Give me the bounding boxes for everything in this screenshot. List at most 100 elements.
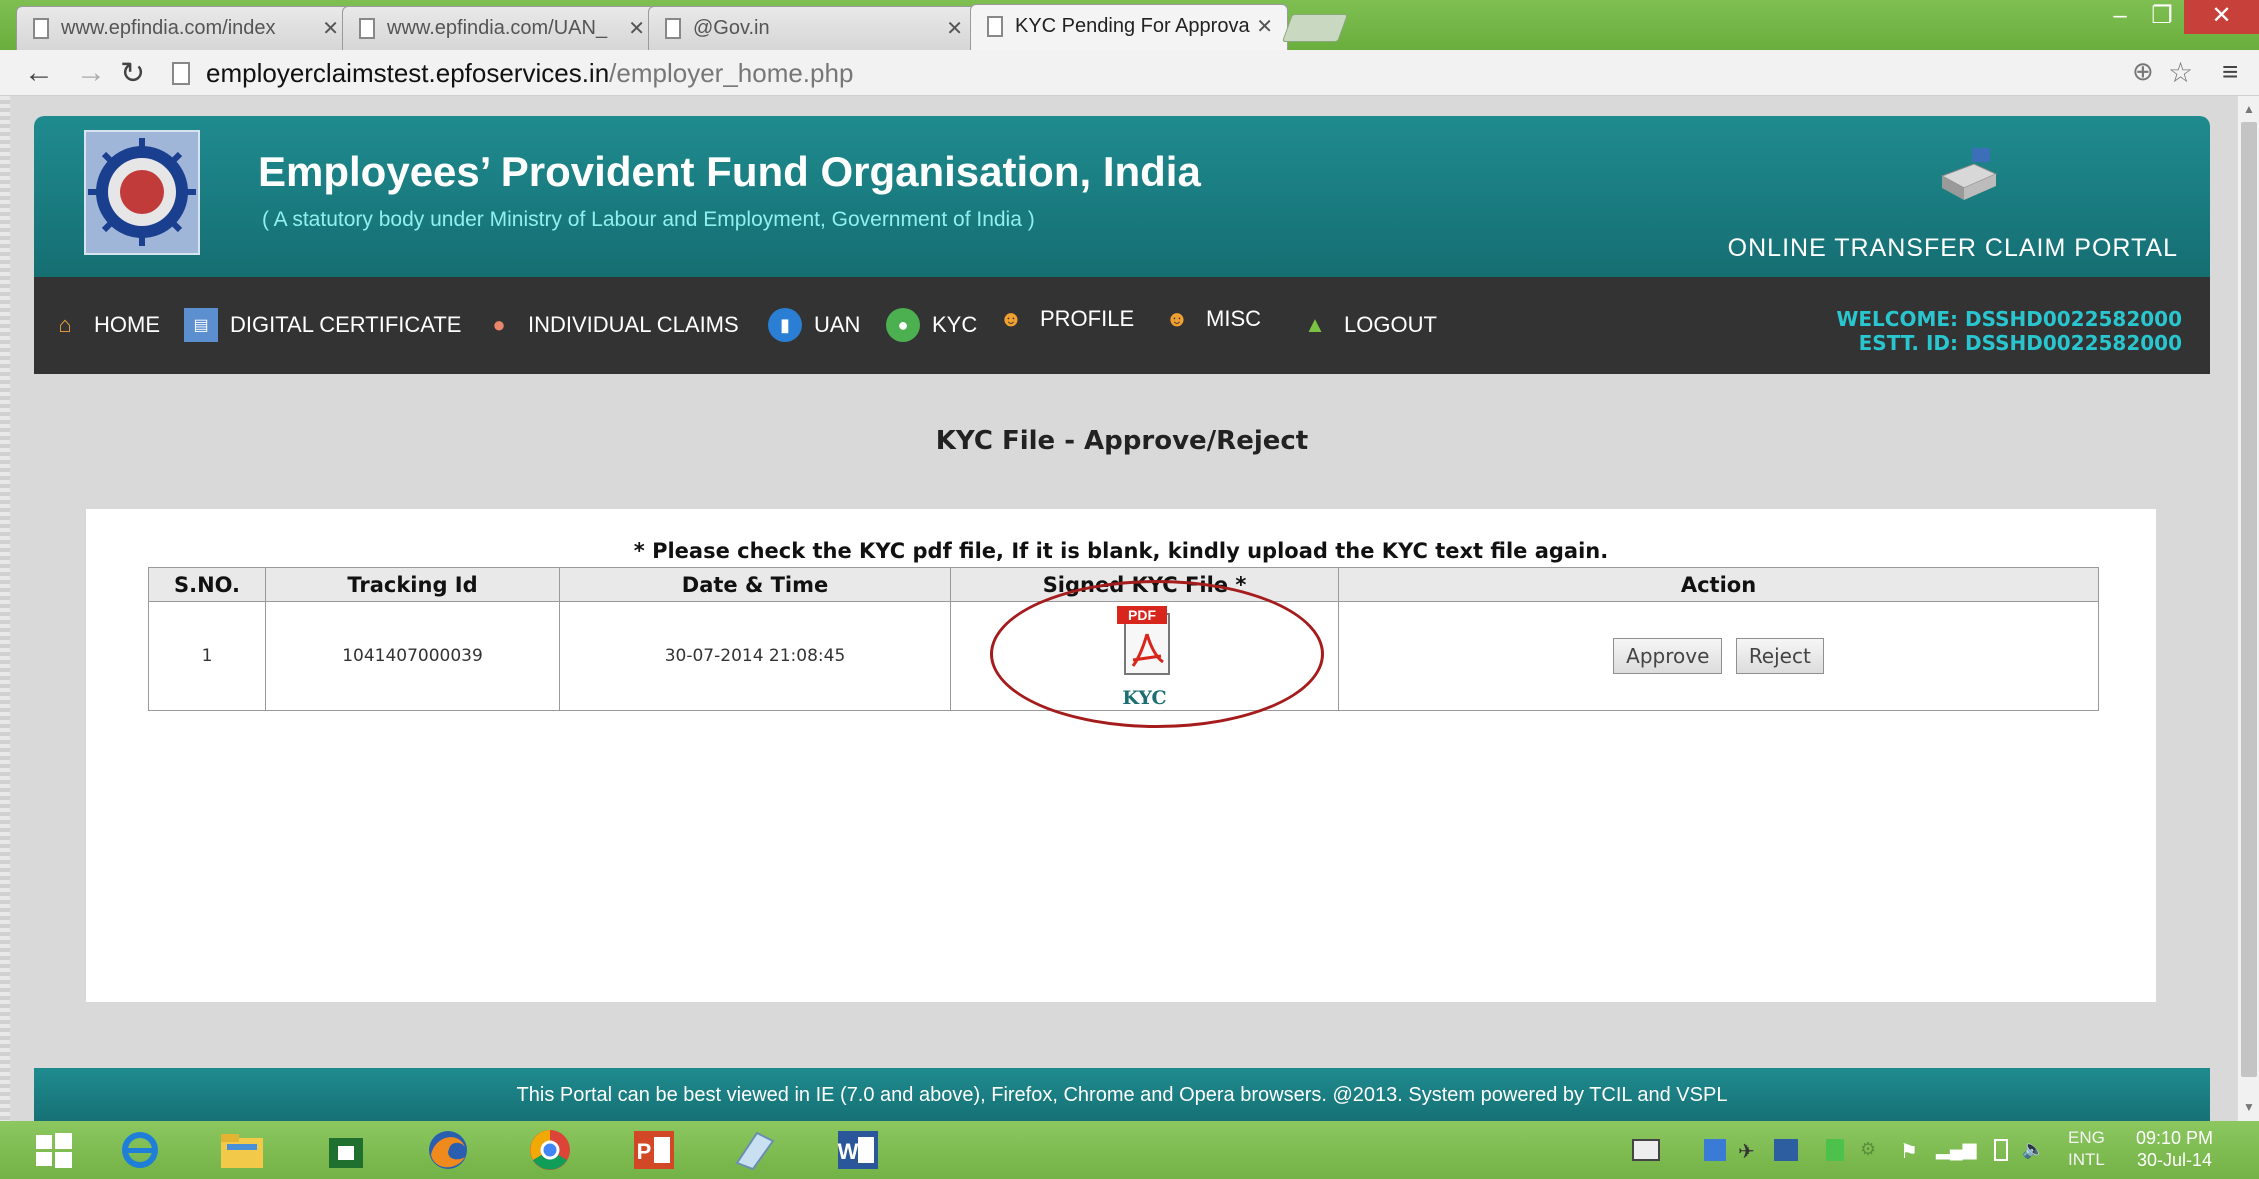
- vertical-scrollbar[interactable]: ▲ ▼: [2237, 96, 2259, 1121]
- site-footer: This Portal can be best viewed in IE (7.…: [34, 1068, 2210, 1121]
- sync-icon[interactable]: [1826, 1139, 1844, 1161]
- browser-tab-active[interactable]: KYC Pending For Approva ✕: [970, 4, 1288, 50]
- forward-arrow-icon[interactable]: →: [76, 56, 106, 90]
- signal-icon[interactable]: ▂▄▆: [1936, 1139, 1976, 1161]
- page-icon: [359, 18, 375, 39]
- chrome-icon[interactable]: [522, 1127, 578, 1173]
- sno-cell: 1: [148, 601, 266, 711]
- column-header: Tracking Id: [265, 567, 560, 602]
- powerpoint-icon[interactable]: P: [626, 1127, 682, 1173]
- notice-text: * Please check the KYC pdf file, If it i…: [633, 539, 1609, 563]
- monitor-icon[interactable]: [1774, 1139, 1798, 1161]
- url-field[interactable]: employerclaimstest.epfoservices.in/emplo…: [162, 56, 2122, 90]
- nav-kyc[interactable]: ● KYC: [886, 305, 977, 345]
- footer-text: This Portal can be best viewed in IE (7.…: [516, 1084, 1728, 1106]
- browser-tab[interactable]: www.epfindia.com/UAN_ ✕: [342, 6, 660, 50]
- close-icon[interactable]: ✕: [322, 16, 339, 41]
- clock-date: 30-Jul-14: [2137, 1150, 2213, 1170]
- nav-uan[interactable]: ▮ UAN: [768, 305, 860, 345]
- portal-name: ONLINE TRANSFER CLAIM PORTAL: [1727, 234, 2178, 262]
- tab-title: www.epfindia.com/index: [61, 17, 276, 39]
- network-icon[interactable]: ⚙: [1860, 1139, 1880, 1161]
- approve-button[interactable]: Approve: [1613, 638, 1723, 674]
- keyboard-icon[interactable]: [1632, 1139, 1660, 1161]
- document-icon: ▮: [768, 308, 802, 342]
- svg-text:W: W: [838, 1139, 859, 1164]
- column-header: Date & Time: [559, 567, 951, 602]
- speaker-icon[interactable]: 🔈: [2022, 1139, 2046, 1161]
- home-icon: ⌂: [58, 312, 72, 337]
- file-explorer-icon[interactable]: [214, 1127, 270, 1173]
- column-header: S.NO.: [148, 567, 266, 602]
- people-icon: ☻: [1165, 306, 1189, 331]
- nav-misc[interactable]: ☻ MISC: [1160, 299, 1261, 339]
- flag-icon[interactable]: ⚑: [1900, 1139, 1920, 1163]
- nav-label: PROFILE: [1040, 306, 1135, 331]
- nav-home[interactable]: ⌂ HOME: [48, 305, 160, 345]
- clock-time: 09:10 PM: [2136, 1128, 2214, 1148]
- epfo-site: Employees’ Provident Fund Organisation, …: [34, 116, 2210, 1121]
- close-icon[interactable]: ✕: [628, 16, 645, 41]
- browser-tab-bar: www.epfindia.com/index ✕ www.epfindia.co…: [0, 0, 2259, 50]
- close-window-icon[interactable]: ✕: [2184, 0, 2259, 34]
- welcome-text: WELCOME: DSSHD0022582000: [1836, 307, 2182, 331]
- tab-title: KYC Pending For Approva: [1015, 15, 1250, 37]
- page-icon: [33, 18, 49, 39]
- notepad-icon[interactable]: [726, 1127, 782, 1173]
- minimize-icon[interactable]: –: [2100, 0, 2140, 34]
- page-icon: [987, 16, 1003, 37]
- browser-tab[interactable]: www.epfindia.com/index ✕: [16, 6, 354, 50]
- action-cell: Approve Reject: [1338, 601, 2099, 711]
- word-icon[interactable]: W: [830, 1127, 886, 1173]
- zoom-icon[interactable]: ⊕: [2132, 56, 2154, 87]
- clock[interactable]: 09:10 PM 30-Jul-14: [2136, 1127, 2213, 1171]
- back-arrow-icon[interactable]: ←: [24, 56, 54, 90]
- language-indicator[interactable]: ENG INTL: [2068, 1127, 2105, 1171]
- url-host: employerclaimstest.epfoservices.in: [206, 58, 610, 88]
- battery-icon[interactable]: [1994, 1139, 2008, 1161]
- windows-start-icon[interactable]: [26, 1127, 82, 1173]
- browser-tab[interactable]: @Gov.in ✕: [648, 6, 978, 50]
- page-icon: [665, 18, 681, 39]
- scroll-down-icon[interactable]: ▼: [2243, 1100, 2255, 1114]
- page-icon: [172, 62, 190, 85]
- address-bar: ← → ↻ employerclaimstest.epfoservices.in…: [0, 50, 2259, 96]
- menu-icon[interactable]: ≡: [2222, 56, 2238, 88]
- tab-title: www.epfindia.com/UAN_: [387, 17, 608, 39]
- internet-explorer-icon[interactable]: [112, 1127, 168, 1173]
- close-icon[interactable]: ✕: [1256, 14, 1273, 39]
- app-tray-icon[interactable]: [1704, 1139, 1726, 1161]
- server-icon: [1934, 146, 2004, 206]
- nav-label: UAN: [814, 312, 861, 337]
- tab-title: @Gov.in: [693, 17, 770, 39]
- nav-label: HOME: [94, 312, 160, 337]
- bluetooth-icon[interactable]: ✈: [1738, 1139, 1758, 1163]
- nav-digital-certificate[interactable]: ▤ DIGITAL CERTIFICATE: [184, 305, 461, 345]
- scroll-thumb[interactable]: [2241, 122, 2257, 1077]
- column-header: Action: [1338, 567, 2099, 602]
- new-tab-button[interactable]: [1281, 14, 1349, 42]
- tracking-id-cell: 1041407000039: [265, 601, 560, 711]
- star-icon[interactable]: ☆: [2168, 56, 2193, 89]
- welcome-info: WELCOME: DSSHD0022582000 ESTT. ID: DSSHD…: [1836, 307, 2182, 355]
- main-nav: ⌂ HOME ▤ DIGITAL CERTIFICATE ● INDIVIDUA…: [34, 277, 2210, 374]
- scroll-up-icon[interactable]: ▲: [2243, 102, 2255, 116]
- user-circle-icon: ●: [886, 308, 920, 342]
- reject-button[interactable]: Reject: [1735, 638, 1824, 674]
- people-icon: ☻: [999, 306, 1023, 331]
- windows-taskbar: P W ✈ ⚙ ⚑ ▂▄▆ 🔈 ENG INTL 09:10 PM 30-Jul…: [0, 1121, 2259, 1179]
- nav-logout[interactable]: ▲ LOGOUT: [1298, 305, 1437, 345]
- nav-profile[interactable]: ☻ PROFILE: [994, 299, 1134, 339]
- close-icon[interactable]: ✕: [946, 16, 963, 41]
- nav-label: LOGOUT: [1344, 312, 1437, 337]
- maximize-icon[interactable]: ❐: [2140, 0, 2184, 34]
- reload-icon[interactable]: ↻: [120, 56, 145, 91]
- left-border: [0, 96, 10, 1121]
- firefox-icon[interactable]: [420, 1127, 476, 1173]
- site-subtitle: ( A statutory body under Ministry of Lab…: [262, 208, 1035, 231]
- arrow-up-icon: ▲: [1304, 312, 1326, 337]
- nav-individual-claims[interactable]: ● INDIVIDUAL CLAIMS: [482, 305, 738, 345]
- nav-label: MISC: [1206, 306, 1261, 331]
- nav-label: KYC: [932, 312, 978, 337]
- store-icon[interactable]: [318, 1127, 374, 1173]
